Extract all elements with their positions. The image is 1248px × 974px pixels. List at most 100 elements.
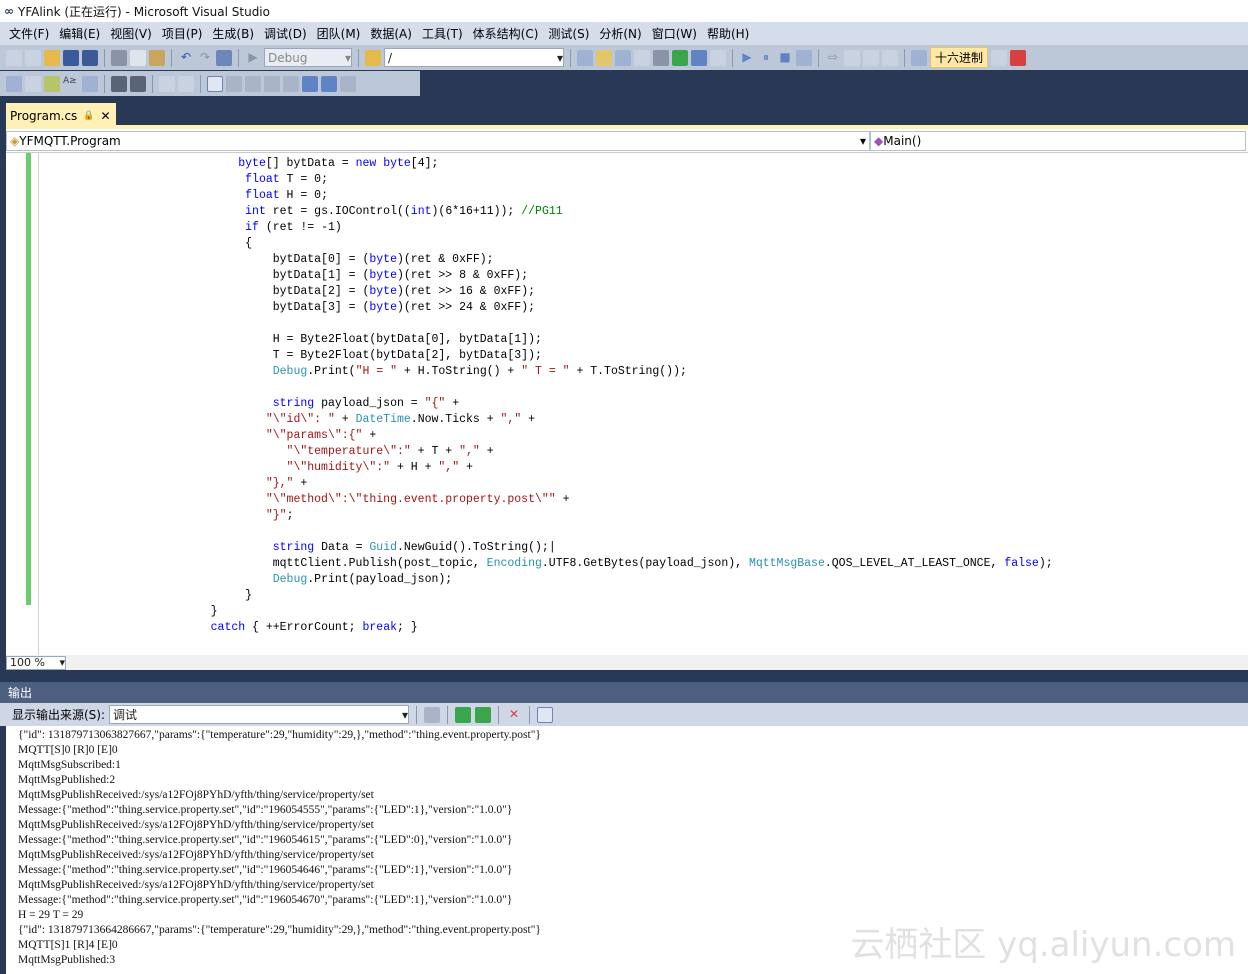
menu-item[interactable]: 帮助(H) — [702, 25, 754, 42]
close-icon[interactable]: ✕ — [101, 109, 111, 123]
next-bookmark-icon[interactable] — [245, 75, 261, 92]
tools-icon[interactable] — [653, 49, 669, 66]
menu-item[interactable]: 项目(P) — [157, 25, 208, 42]
menu-item[interactable]: 数据(A) — [365, 25, 417, 42]
start-icon[interactable]: ▶ — [245, 50, 261, 66]
toggle-completion-icon[interactable] — [82, 75, 98, 92]
output-line: MqttMsgSubscribed:1 — [18, 759, 121, 771]
toggle-bookmark-icon[interactable] — [207, 75, 223, 92]
prev-bookmark-icon[interactable] — [226, 75, 242, 92]
object-browser-icon[interactable] — [615, 49, 631, 66]
continue-icon[interactable]: ▶ — [739, 50, 755, 66]
output-line: Message:{"method":"thing.service.propert… — [18, 834, 513, 846]
code-editor[interactable]: byte[] bytData = new byte[4]; float T = … — [6, 153, 1248, 655]
menu-item[interactable]: 分析(N) — [594, 25, 646, 42]
comment-icon[interactable] — [159, 75, 175, 92]
next-message-icon[interactable] — [475, 706, 492, 723]
show-next-statement-icon[interactable]: ⇨ — [825, 50, 841, 66]
code-token: { — [45, 237, 253, 250]
code-token: byte — [369, 285, 397, 298]
menu-item[interactable]: 团队(M) — [312, 25, 366, 42]
step-out-icon[interactable] — [882, 49, 898, 66]
code-token: bytData[1] = ( — [45, 269, 370, 282]
restart-icon[interactable] — [796, 49, 812, 66]
add-item-icon[interactable] — [25, 49, 41, 66]
code-token: MqttMsgBase — [748, 557, 825, 570]
output-source-select[interactable]: 调试 ▾ — [109, 705, 410, 724]
menu-item[interactable]: 测试(S) — [543, 25, 594, 42]
code-text[interactable]: byte[] bytData = new byte[4]; float T = … — [45, 156, 1053, 636]
quick-info-icon[interactable] — [44, 75, 60, 92]
find-message-icon[interactable] — [424, 706, 441, 723]
redo-icon[interactable]: ↷ — [197, 50, 213, 66]
navigate-icon[interactable] — [216, 49, 232, 66]
menu-item[interactable]: 体系结构(C) — [468, 25, 544, 42]
code-token: )(ret >> 16 & 0xFF); — [396, 285, 535, 298]
member-select[interactable]: ◆Main() — [870, 131, 1246, 151]
breakpoints-icon[interactable] — [991, 49, 1008, 66]
increase-indent-icon[interactable] — [130, 75, 146, 92]
solution-config-select[interactable]: Debug ▾ — [264, 48, 352, 67]
clear-bookmarks-icon[interactable] — [340, 75, 356, 92]
extension-icon[interactable] — [691, 49, 707, 66]
new-project-icon[interactable] — [6, 49, 22, 66]
word-complete-icon[interactable]: A≥ — [63, 76, 79, 92]
next-bookmark-doc-icon[interactable] — [321, 75, 337, 92]
code-token: T = 0; — [279, 173, 328, 186]
uncomment-icon[interactable] — [178, 75, 194, 92]
menu-item[interactable]: 生成(B) — [207, 25, 259, 42]
prev-message-icon[interactable] — [455, 706, 472, 723]
clear-all-icon[interactable]: ✕ — [506, 707, 522, 723]
outlining-margin — [38, 153, 39, 655]
next-bookmark-folder-icon[interactable] — [283, 75, 299, 92]
prev-bookmark-doc-icon[interactable] — [302, 75, 318, 92]
menu-item[interactable]: 工具(T) — [417, 25, 468, 42]
menu-item[interactable]: 窗口(W) — [647, 25, 702, 42]
pause-icon[interactable]: ⏸ — [758, 50, 774, 66]
save-all-icon[interactable] — [82, 49, 98, 66]
display-object-member-icon[interactable] — [6, 75, 22, 92]
find-in-files-icon[interactable] — [365, 49, 381, 66]
find-combo[interactable]: / ▾ — [384, 48, 564, 67]
menu-item[interactable]: 文件(F) — [4, 25, 54, 42]
toolbox-icon[interactable] — [634, 49, 650, 66]
code-token: if — [245, 221, 259, 234]
zoom-select[interactable]: 100 % ▾ — [6, 655, 66, 670]
save-icon[interactable] — [63, 49, 79, 66]
cut-icon[interactable] — [111, 49, 127, 66]
class-select[interactable]: ◈YFMQTT.Program ▾ — [6, 131, 870, 151]
output-icon[interactable] — [1010, 49, 1027, 66]
stop-icon[interactable]: ■ — [777, 50, 793, 66]
code-token: Encoding — [486, 557, 542, 570]
code-token: )(6*16+11)); — [431, 205, 522, 218]
word-wrap-icon[interactable] — [537, 706, 554, 723]
window-icon[interactable] — [710, 49, 726, 66]
hex-display-button[interactable]: 十六进制 — [930, 47, 989, 68]
undo-icon[interactable]: ↶ — [178, 50, 194, 66]
properties-icon[interactable] — [596, 49, 612, 66]
copy-icon[interactable] — [130, 49, 146, 66]
open-icon[interactable] — [44, 49, 60, 66]
decrease-indent-icon[interactable] — [111, 75, 127, 92]
prev-bookmark-folder-icon[interactable] — [264, 75, 280, 92]
menu-item[interactable]: 视图(V) — [105, 25, 157, 42]
code-token: "," — [500, 413, 522, 426]
code-token: [] bytData = — [265, 157, 356, 170]
code-token: )(ret >> 24 & 0xFF); — [396, 301, 535, 314]
export-icon[interactable] — [672, 49, 688, 66]
parameter-info-icon[interactable] — [25, 75, 41, 92]
menu-item[interactable]: 调试(D) — [259, 25, 312, 42]
code-token: + H + — [390, 461, 439, 474]
menu-item[interactable]: 编辑(E) — [54, 25, 105, 42]
code-line: "\"id\": " + DateTime.Now.Ticks + "," + — [45, 412, 1053, 428]
quick-watch-icon[interactable] — [911, 49, 927, 66]
step-over-icon[interactable] — [863, 49, 879, 66]
solution-explorer-icon[interactable] — [577, 49, 593, 66]
output-line: MqttMsgPublishReceived:/sys/a12FOj8PYhD/… — [18, 849, 374, 861]
code-line: Debug.Print("H = " + H.ToString() + " T … — [45, 364, 1053, 380]
step-into-icon[interactable] — [844, 49, 860, 66]
code-token: )(ret & 0xFF); — [396, 253, 494, 266]
paste-icon[interactable] — [149, 49, 165, 66]
